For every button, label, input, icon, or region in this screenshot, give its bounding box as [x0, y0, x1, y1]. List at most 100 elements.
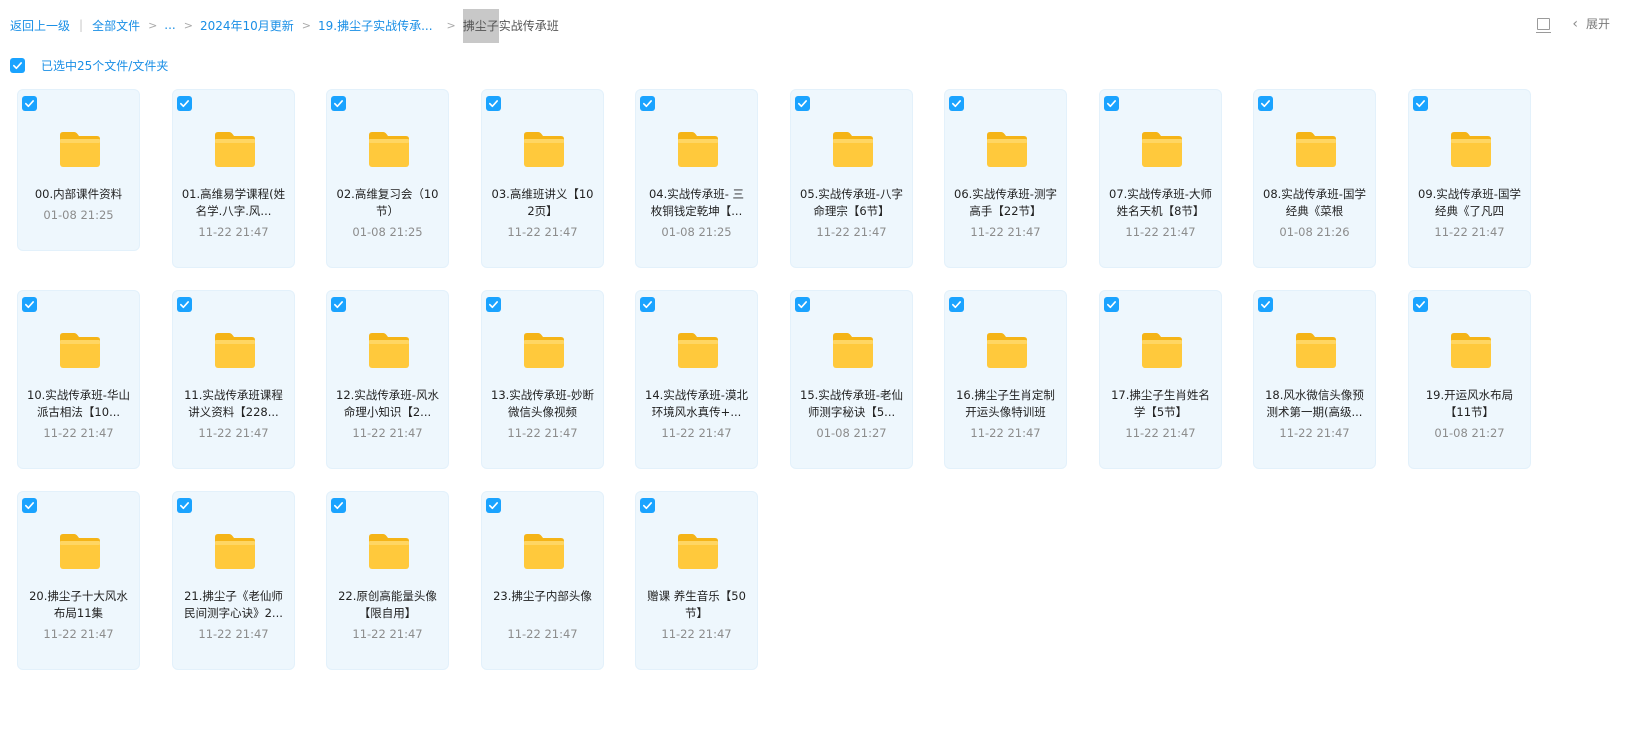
breadcrumb-update[interactable]: 2024年10月更新: [200, 17, 294, 34]
folder-icon: [987, 333, 1027, 368]
item-checkbox[interactable]: [331, 96, 346, 111]
folder-name: 01.高维易学课程(姓名学.八字.风...: [181, 187, 286, 218]
item-checkbox[interactable]: [795, 297, 810, 312]
folder-name: 03.高维班讲义【102页】: [491, 187, 594, 218]
folder-item[interactable]: 15.实战传承班-老仙师测字秘诀【5... 01-08 21:27: [790, 290, 913, 469]
folder-date: 11-22 21:47: [970, 426, 1041, 440]
folder-item[interactable]: 10.实战传承班-华山派古相法【10... 11-22 21:47: [17, 290, 140, 469]
check-icon: [952, 100, 961, 108]
check-icon: [643, 301, 652, 309]
folder-item[interactable]: 11.实战传承班课程讲义资料【228... 11-22 21:47: [172, 290, 295, 469]
folder-item[interactable]: 22.原创高能量头像【限自用】 11-22 21:47: [326, 491, 449, 670]
chevron-left-icon[interactable]: ‹: [1572, 16, 1578, 32]
divider: |: [79, 18, 84, 32]
folder-name: 赠课 养生音乐【50节】: [647, 589, 746, 620]
folder-item[interactable]: 01.高维易学课程(姓名学.八字.风... 11-22 21:47: [172, 89, 295, 268]
folder-date: 11-22 21:47: [43, 627, 114, 641]
item-checkbox[interactable]: [640, 297, 655, 312]
item-checkbox[interactable]: [949, 96, 964, 111]
item-checkbox[interactable]: [22, 96, 37, 111]
folder-name: 16.拂尘子生肖定制开运头像特训班: [956, 388, 1055, 419]
selection-count: 已选中25个文件/文件夹: [41, 59, 169, 73]
folder-item[interactable]: 06.实战传承班-测字高手【22节】 11-22 21:47: [944, 89, 1067, 268]
breadcrumb-ellipsis[interactable]: ...: [164, 18, 175, 32]
item-checkbox[interactable]: [22, 498, 37, 513]
check-icon: [489, 301, 498, 309]
item-checkbox[interactable]: [177, 297, 192, 312]
folder-icon: [369, 534, 409, 569]
folder-name: 21.拂尘子《老仙师民间测字心诀》2...: [184, 589, 283, 620]
folder-date: 11-22 21:47: [1125, 426, 1196, 440]
folder-name: 11.实战传承班课程讲义资料【228...: [184, 388, 283, 419]
folder-item[interactable]: 04.实战传承班- 三枚铜钱定乾坤【... 01-08 21:25: [635, 89, 758, 268]
breadcrumb-current: 拂尘子实战传承班: [462, 8, 559, 43]
check-icon: [334, 100, 343, 108]
folder-name: 08.实战传承班-国学经典《菜根: [1263, 187, 1366, 218]
item-checkbox[interactable]: [331, 297, 346, 312]
folder-item[interactable]: 05.实战传承班-八字命理宗【6节】 11-22 21:47: [790, 89, 913, 268]
item-checkbox[interactable]: [1104, 297, 1119, 312]
folder-item[interactable]: 09.实战传承班-国学经典《了凡四 11-22 21:47: [1408, 89, 1531, 268]
check-icon: [643, 100, 652, 108]
expand-button[interactable]: 展开: [1586, 15, 1610, 32]
back-link[interactable]: 返回上一级: [10, 17, 70, 34]
item-checkbox[interactable]: [1413, 96, 1428, 111]
check-icon: [1107, 301, 1116, 309]
folder-icon: [215, 333, 255, 368]
breadcrumb-all-files[interactable]: 全部文件: [92, 17, 140, 34]
folder-item[interactable]: 赠课 养生音乐【50节】 11-22 21:47: [635, 491, 758, 670]
select-all-checkbox[interactable]: [10, 58, 25, 73]
check-icon: [798, 100, 807, 108]
folder-date: 11-22 21:47: [352, 426, 423, 440]
folder-item[interactable]: 20.拂尘子十大风水布局11集 11-22 21:47: [17, 491, 140, 670]
folder-item[interactable]: 21.拂尘子《老仙师民间测字心诀》2... 11-22 21:47: [172, 491, 295, 670]
folder-name: 22.原创高能量头像【限自用】: [338, 589, 437, 620]
folder-item[interactable]: 03.高维班讲义【102页】 11-22 21:47: [481, 89, 604, 268]
folder-icon: [60, 333, 100, 368]
item-checkbox[interactable]: [177, 96, 192, 111]
folder-item[interactable]: 16.拂尘子生肖定制开运头像特训班 11-22 21:47: [944, 290, 1067, 469]
folder-name: 02.高维复习会（10节）: [336, 187, 439, 218]
folder-item[interactable]: 14.实战传承班-漠北环境风水真传+... 11-22 21:47: [635, 290, 758, 469]
folder-item[interactable]: 18.风水微信头像预测术第一期(高级... 11-22 21:47: [1253, 290, 1376, 469]
folder-name: 20.拂尘子十大风水布局11集: [29, 589, 128, 620]
folder-icon: [678, 333, 718, 368]
check-icon: [1416, 301, 1425, 309]
breadcrumb-parent[interactable]: 19.拂尘子实战传承...: [318, 17, 433, 34]
folder-icon: [524, 534, 564, 569]
folder-item[interactable]: 07.实战传承班-大师姓名天机【8节】 11-22 21:47: [1099, 89, 1222, 268]
view-tools: ‹ 展开: [1536, 15, 1610, 33]
folder-item[interactable]: 00.内部课件资料 01-08 21:25: [17, 89, 140, 251]
item-checkbox[interactable]: [949, 297, 964, 312]
folder-item[interactable]: 12.实战传承班-风水命理小知识【2... 11-22 21:47: [326, 290, 449, 469]
item-checkbox[interactable]: [1104, 96, 1119, 111]
item-checkbox[interactable]: [177, 498, 192, 513]
item-checkbox[interactable]: [22, 297, 37, 312]
folder-item[interactable]: 13.实战传承班-妙断微信头像视频 11-22 21:47: [481, 290, 604, 469]
chevron-right-icon: >: [183, 18, 193, 32]
item-checkbox[interactable]: [640, 498, 655, 513]
view-mode-icon[interactable]: [1536, 17, 1552, 33]
folder-name: 10.实战传承班-华山派古相法【10...: [27, 388, 130, 419]
item-checkbox[interactable]: [486, 96, 501, 111]
folder-item[interactable]: 19.开运风水布局【11节】 01-08 21:27: [1408, 290, 1531, 469]
item-checkbox[interactable]: [486, 297, 501, 312]
item-checkbox[interactable]: [1413, 297, 1428, 312]
item-checkbox[interactable]: [486, 498, 501, 513]
folder-name: 05.实战传承班-八字命理宗【6节】: [800, 187, 903, 218]
item-checkbox[interactable]: [640, 96, 655, 111]
folder-item[interactable]: 17.拂尘子生肖姓名学【5节】 11-22 21:47: [1099, 290, 1222, 469]
select-all: 已选中25个文件/文件夹: [10, 57, 168, 74]
folder-date: 11-22 21:47: [198, 426, 269, 440]
folder-item[interactable]: 08.实战传承班-国学经典《菜根 01-08 21:26: [1253, 89, 1376, 268]
folder-date: 01-08 21:25: [661, 225, 732, 239]
item-checkbox[interactable]: [795, 96, 810, 111]
folder-date: 11-22 21:47: [507, 225, 578, 239]
folder-item[interactable]: 23.拂尘子内部头像 11-22 21:47: [481, 491, 604, 670]
check-icon: [489, 502, 498, 510]
item-checkbox[interactable]: [1258, 297, 1273, 312]
item-checkbox[interactable]: [331, 498, 346, 513]
check-icon: [25, 301, 34, 309]
folder-item[interactable]: 02.高维复习会（10节） 01-08 21:25: [326, 89, 449, 268]
item-checkbox[interactable]: [1258, 96, 1273, 111]
